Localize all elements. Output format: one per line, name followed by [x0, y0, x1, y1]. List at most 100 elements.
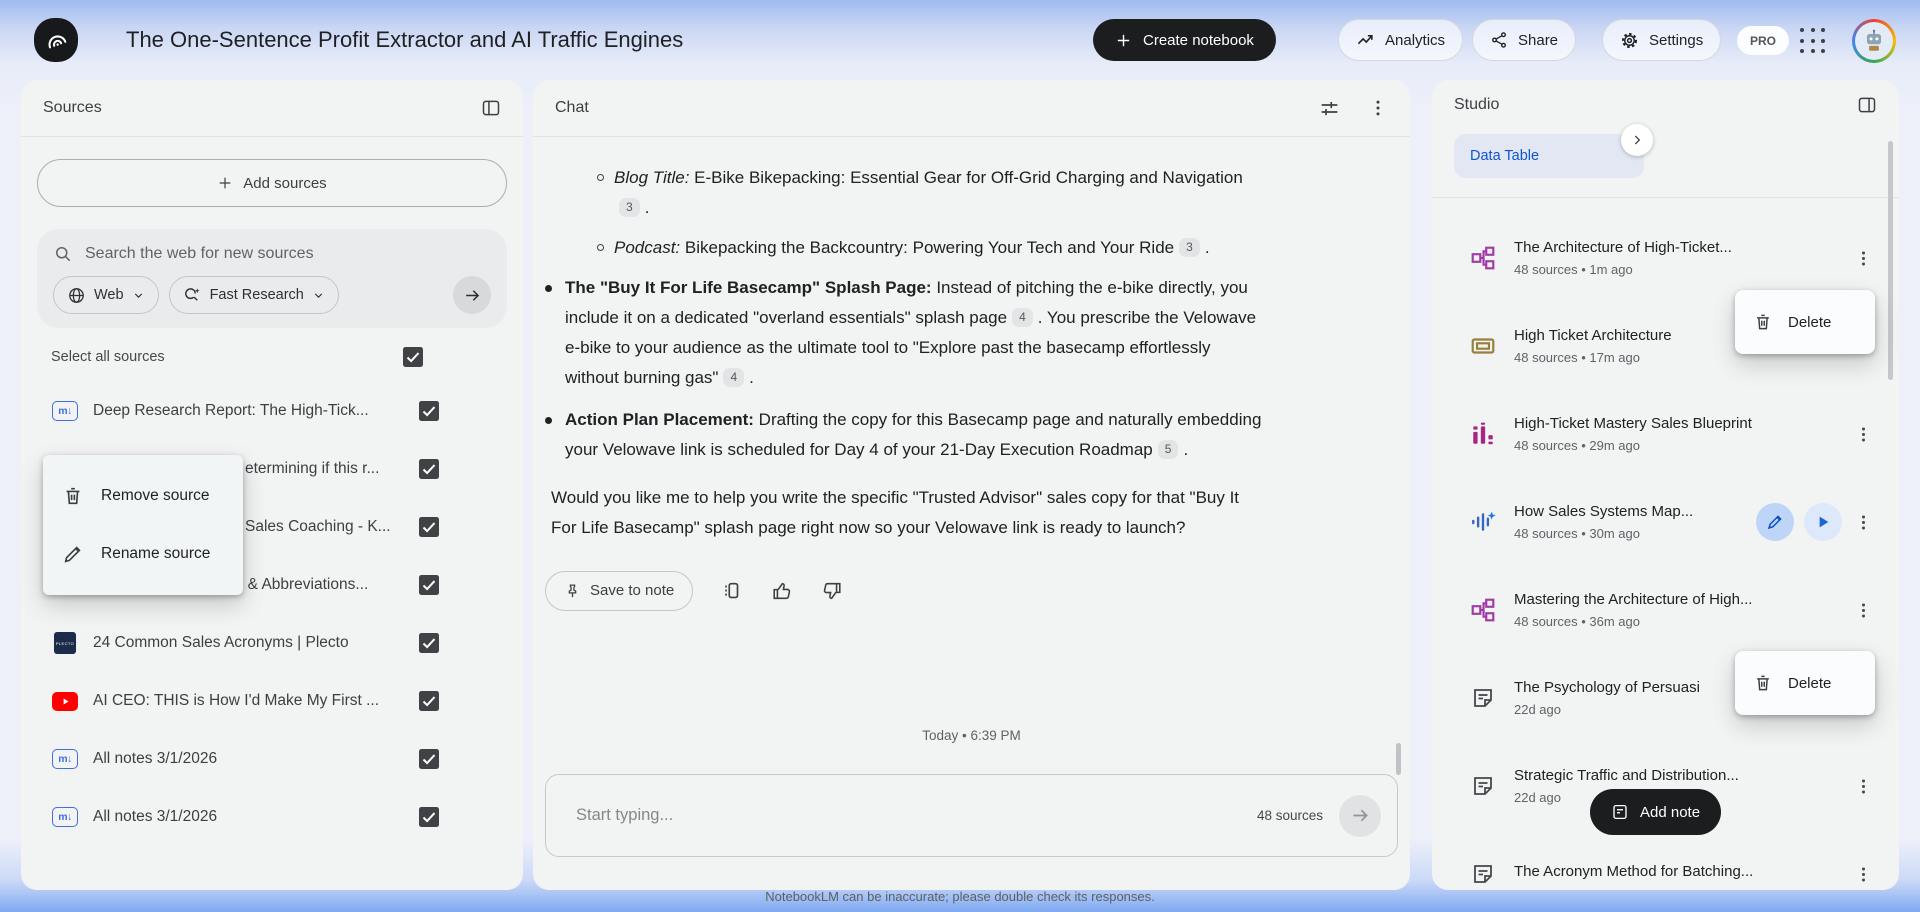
chat-scrollbar[interactable]: [1396, 743, 1401, 775]
sparkle-search-icon: [183, 286, 202, 305]
web-filter-dropdown[interactable]: Web: [53, 276, 159, 314]
more-vert-icon[interactable]: [1854, 865, 1873, 884]
thumb-down-icon[interactable]: [821, 580, 843, 602]
schema-icon: [1468, 245, 1498, 271]
source-checkbox[interactable]: [419, 575, 439, 595]
more-vert-icon[interactable]: [1368, 98, 1388, 118]
panel-collapse-icon[interactable]: [481, 98, 501, 118]
analytics-label: Analytics: [1385, 32, 1445, 49]
studio-item[interactable]: The Acronym Method for Batching...: [1432, 830, 1899, 890]
data-table-chip[interactable]: Data Table: [1454, 134, 1644, 178]
note-add-icon: [1611, 803, 1629, 821]
create-notebook-button[interactable]: Create notebook: [1093, 19, 1276, 61]
share-label: Share: [1518, 32, 1558, 49]
more-vert-icon[interactable]: [1854, 601, 1873, 620]
more-vert-icon[interactable]: [1854, 777, 1873, 796]
studio-item[interactable]: The Architecture of High-Ticket...48 sou…: [1432, 214, 1899, 302]
studio-item-title: High-Ticket Mastery Sales Blueprint: [1514, 415, 1752, 432]
chevron-right-icon[interactable]: [1621, 124, 1653, 156]
sub-bullet-label: Podcast:: [614, 238, 680, 257]
bullet-lead: Action Plan Placement:: [565, 410, 754, 429]
sub-bullet-tail: .: [645, 198, 650, 217]
studio-item[interactable]: Mastering the Architecture of High...48 …: [1432, 566, 1899, 654]
plus-icon: [1115, 32, 1132, 49]
settings-button[interactable]: Settings: [1602, 19, 1721, 61]
save-to-note-label: Save to note: [590, 576, 674, 606]
analytics-button[interactable]: Analytics: [1338, 19, 1463, 61]
avatar[interactable]: [1852, 19, 1896, 63]
chat-input[interactable]: [576, 806, 1257, 825]
studio-scrollbar[interactable]: [1888, 141, 1893, 380]
studio-item[interactable]: How Sales Systems Map...48 sources • 30m…: [1432, 478, 1899, 566]
studio-item-meta: 48 sources • 29m ago: [1514, 438, 1752, 453]
play-button[interactable]: [1804, 503, 1842, 541]
chat-bullet: Action Plan Placement: Drafting the copy…: [545, 405, 1330, 465]
source-checkbox[interactable]: [419, 633, 439, 653]
citation-chip[interactable]: 5: [1158, 440, 1179, 459]
panel-collapse-icon[interactable]: [1857, 95, 1877, 115]
search-input[interactable]: [85, 245, 491, 263]
citation-chip[interactable]: 3: [619, 198, 640, 217]
add-note-label: Add note: [1640, 804, 1700, 821]
sub-bullet-text: E-Bike Bikepacking: Essential Gear for O…: [689, 168, 1242, 187]
disclaimer-text: NotebookLM can be inaccurate; please dou…: [0, 889, 1920, 904]
bar-chart-icon: [1468, 421, 1498, 447]
pro-badge: PRO: [1737, 26, 1789, 55]
tune-icon[interactable]: [1319, 98, 1340, 119]
chevron-down-icon: [132, 289, 145, 302]
source-list-item[interactable]: PLECTO 24 Common Sales Acronyms | Plecto: [21, 614, 523, 672]
add-note-button[interactable]: Add note: [1590, 789, 1721, 835]
pin-icon: [564, 583, 581, 600]
source-checkbox[interactable]: [419, 459, 439, 479]
source-title: All notes 3/1/2026: [93, 750, 217, 768]
source-checkbox[interactable]: [419, 517, 439, 537]
delete-menu-item[interactable]: Delete: [1735, 290, 1875, 354]
add-sources-label: Add sources: [243, 175, 326, 192]
delete-menu-item[interactable]: Delete: [1735, 651, 1875, 715]
add-sources-button[interactable]: Add sources: [37, 159, 507, 207]
citation-chip[interactable]: 4: [723, 368, 744, 387]
copy-icon[interactable]: [721, 580, 743, 602]
notebooklm-logo[interactable]: [34, 18, 78, 62]
interactive-mode-button[interactable]: [1756, 503, 1794, 541]
source-title: 24 Common Sales Acronyms | Plecto: [93, 634, 349, 652]
chat-panel: Chat Blog Title: E-Bike Bikepacking: Ess…: [533, 80, 1410, 890]
notebook-title[interactable]: The One-Sentence Profit Extractor and AI…: [126, 0, 683, 80]
source-title: etermining if this r...: [245, 460, 379, 478]
source-list-item[interactable]: m↓ All notes 3/1/2026: [21, 730, 523, 788]
search-submit-button[interactable]: [453, 276, 491, 314]
source-checkbox[interactable]: [419, 749, 439, 769]
remove-source-menu-item[interactable]: Remove source: [43, 467, 243, 525]
share-button[interactable]: Share: [1472, 19, 1576, 61]
save-to-note-button[interactable]: Save to note: [545, 571, 693, 611]
chat-panel-title: Chat: [555, 99, 589, 117]
chat-sub-bullet: Blog Title: E-Bike Bikepacking: Essentia…: [597, 163, 1330, 223]
chat-timestamp: Today • 6:39 PM: [533, 728, 1410, 743]
citation-chip[interactable]: 4: [1012, 308, 1033, 327]
sub-bullet-text: Bikepacking the Backcountry: Powering Yo…: [680, 238, 1174, 257]
chat-closing-paragraph: Would you like me to help you write the …: [551, 483, 1263, 543]
select-all-checkbox[interactable]: [403, 347, 423, 367]
source-list-item[interactable]: AI CEO: THIS is How I'd Make My First ..…: [21, 672, 523, 730]
studio-item-title: Mastering the Architecture of High...: [1514, 591, 1752, 608]
more-vert-icon[interactable]: [1854, 425, 1873, 444]
thumb-up-icon[interactable]: [771, 580, 793, 602]
studio-item[interactable]: High-Ticket Mastery Sales Blueprint 48 so…: [1432, 390, 1899, 478]
source-checkbox[interactable]: [419, 691, 439, 711]
plus-icon: [217, 175, 233, 191]
source-list-item[interactable]: m↓ All notes 3/1/2026: [21, 788, 523, 846]
audio-waveform-icon: [1468, 509, 1498, 535]
apps-grid-icon[interactable]: [1800, 28, 1827, 55]
citation-chip[interactable]: 3: [1179, 238, 1200, 257]
source-list-item[interactable]: m↓ Deep Research Report: The High-Tick..…: [21, 382, 523, 440]
send-button[interactable]: [1339, 795, 1381, 837]
rename-source-menu-item[interactable]: Rename source: [43, 525, 243, 583]
more-vert-icon[interactable]: [1854, 513, 1873, 532]
more-vert-icon[interactable]: [1854, 249, 1873, 268]
frame-icon: [1468, 333, 1498, 359]
research-mode-dropdown[interactable]: Fast Research: [169, 276, 339, 314]
plecto-favicon: PLECTO: [51, 632, 79, 654]
source-checkbox[interactable]: [419, 401, 439, 421]
studio-item-meta: 48 sources • 30m ago: [1514, 526, 1693, 541]
source-checkbox[interactable]: [419, 807, 439, 827]
